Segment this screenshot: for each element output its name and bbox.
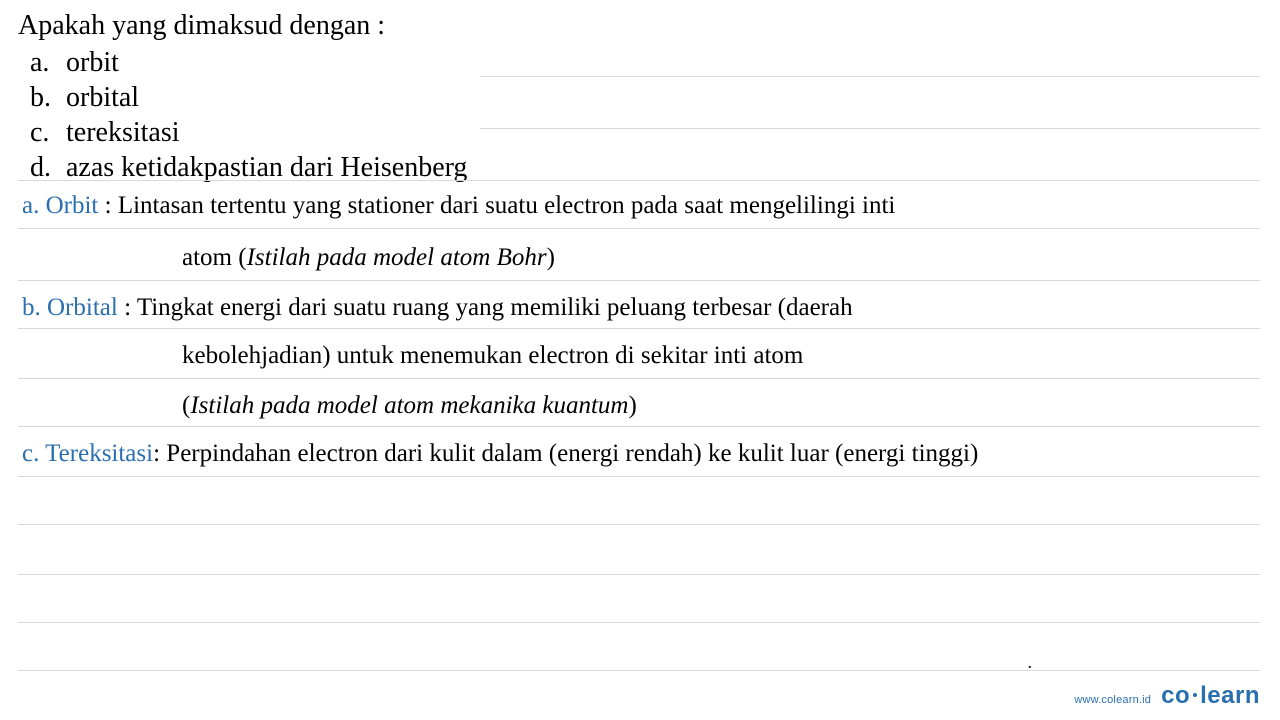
rule-line [18,622,1260,623]
rule-line [480,128,1260,129]
question-list: a. orbit b. orbital c. tereksitasi d. az… [30,45,467,185]
question-item-b: b. orbital [30,80,467,115]
answer-b-sep: : [118,294,137,321]
answer-a-term: a. Orbit [22,192,98,219]
answer-a-note: Istilah pada model atom Bohr [247,244,547,271]
answer-b-text3-post: ) [628,392,636,419]
rule-line [18,328,1260,329]
rule-line [18,574,1260,575]
answer-a-sep: : [98,192,117,219]
rule-line [18,228,1260,229]
answer-b-note: Istilah pada model atom mekanika kuantum [190,392,628,419]
rule-line [18,280,1260,281]
question-item-c: c. tereksitasi [30,115,467,150]
answer-b-line1: b. Orbital : Tingkat energi dari suatu r… [22,294,1258,322]
question-text: orbit [66,45,119,80]
stray-dot: . [1028,652,1033,673]
answer-a-text2-pre: atom ( [182,244,247,271]
brand-right: learn [1200,682,1260,709]
rule-line [480,76,1260,77]
answer-c-text1: Perpindahan electron dari kulit dalam (e… [166,440,978,467]
question-stem: Apakah yang dimaksud dengan : [18,8,467,43]
brand-left: co [1161,682,1190,709]
dot-icon [1193,693,1197,697]
rule-line [18,180,1260,181]
footer-url: www.colearn.id [1074,694,1151,706]
question-item-a: a. orbit [30,45,467,80]
rule-line [18,670,1260,671]
question-text: orbital [66,80,139,115]
answer-b-line3: (Istilah pada model atom mekanika kuantu… [22,392,1258,420]
answer-b-text2: kebolehjadian) untuk menemukan electron … [182,342,803,369]
rule-line [18,426,1260,427]
answer-b-term: b. Orbital [22,294,118,321]
answer-c-line1: c. Tereksitasi: Perpindahan electron dar… [22,440,1258,468]
page: Apakah yang dimaksud dengan : a. orbit b… [0,0,1280,720]
question-marker: b. [30,80,52,115]
footer: www.colearn.id colearn [1074,682,1260,710]
answer-b-text1: Tingkat energi dari suatu ruang yang mem… [137,294,853,321]
answer-c-term: c. Tereksitasi [22,440,153,467]
question-block: Apakah yang dimaksud dengan : a. orbit b… [18,8,467,185]
answer-b-line2: kebolehjadian) untuk menemukan electron … [22,342,1258,370]
brand-logo: colearn [1161,682,1260,710]
answer-a-text1: Lintasan tertentu yang stationer dari su… [118,192,896,219]
rule-line [18,476,1260,477]
answer-a-line2: atom (Istilah pada model atom Bohr) [22,244,1258,272]
rule-line [18,378,1260,379]
answer-c-sep: : [153,440,166,467]
question-text: tereksitasi [66,115,180,150]
question-marker: a. [30,45,52,80]
rule-line [18,524,1260,525]
question-marker: c. [30,115,52,150]
answer-a-line1: a. Orbit : Lintasan tertentu yang statio… [22,192,1258,220]
answer-a-text2-post: ) [547,244,555,271]
